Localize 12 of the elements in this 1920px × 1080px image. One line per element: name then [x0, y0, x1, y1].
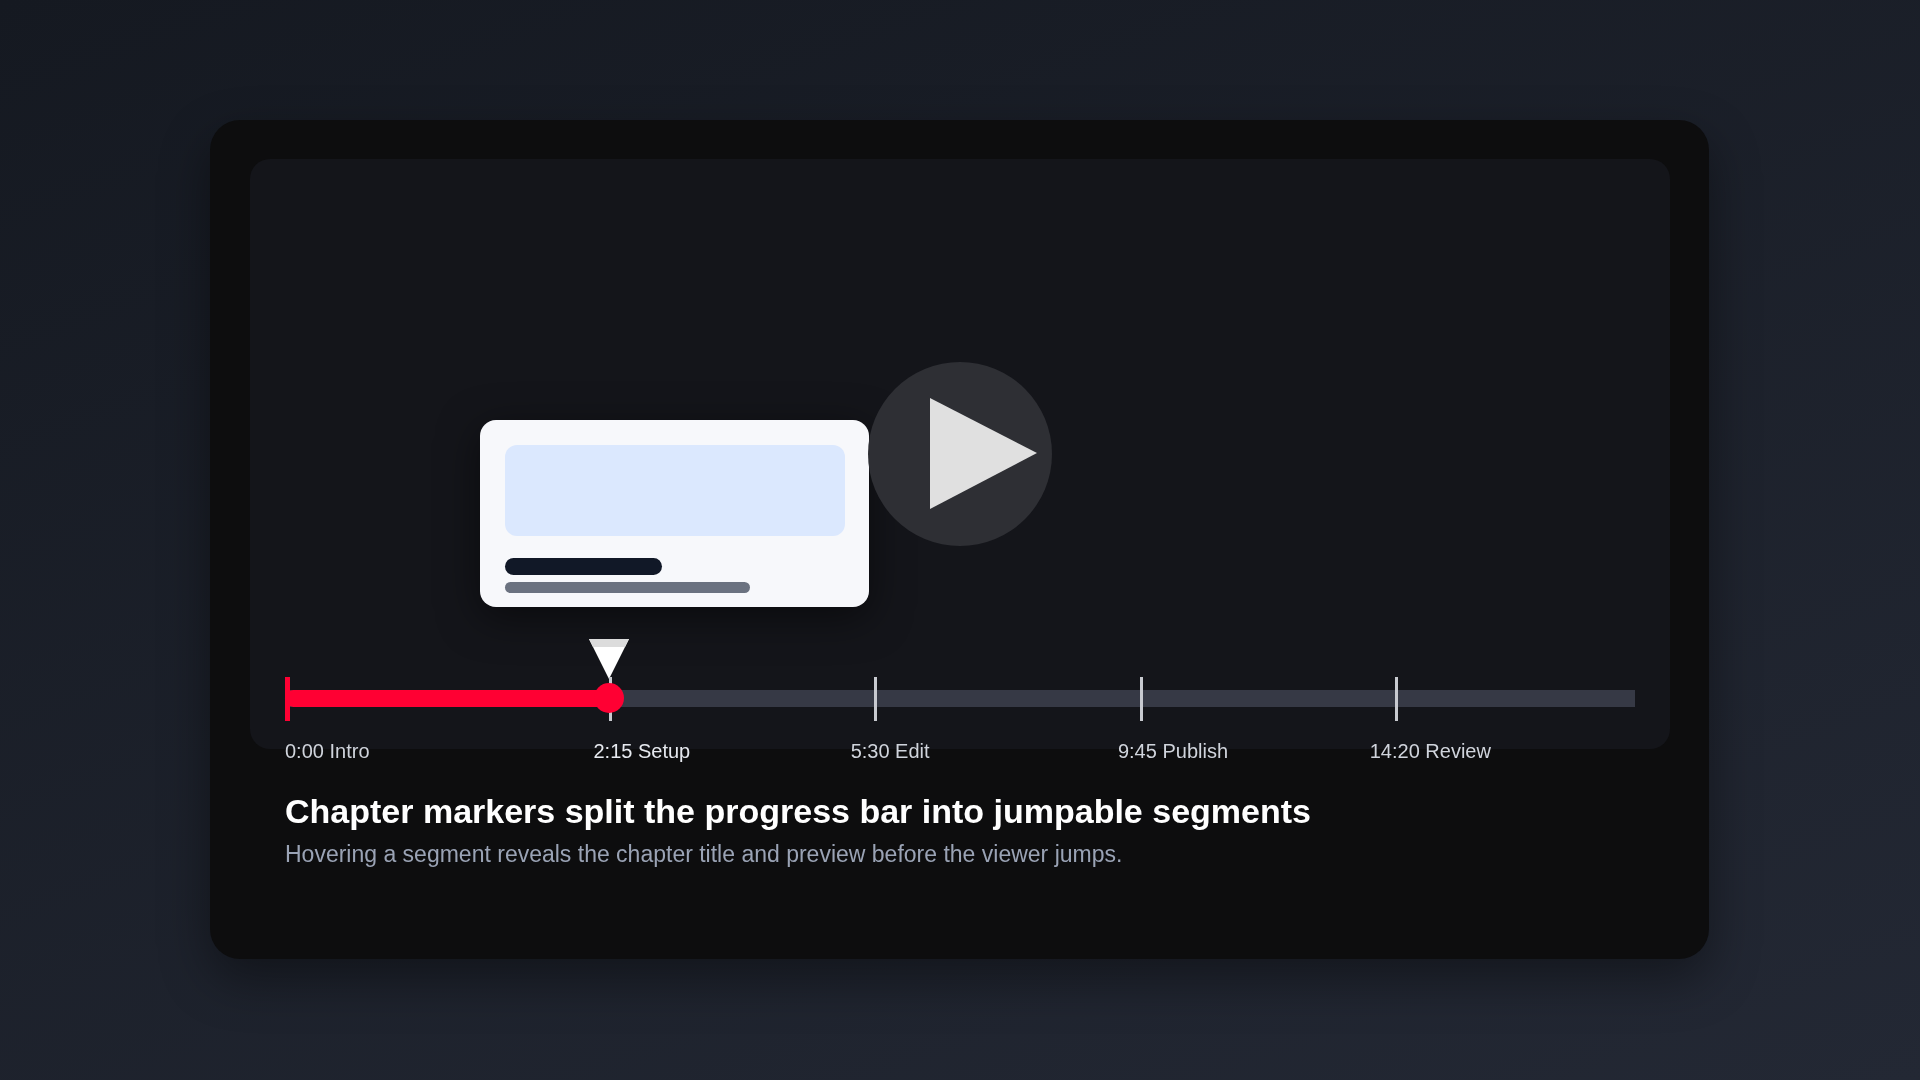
- chapter-marker[interactable]: [1394, 677, 1398, 721]
- chapter-label: 0:00 Intro: [285, 739, 370, 764]
- play-icon: [930, 398, 1037, 509]
- chapter-label: 2:15 Setup: [593, 739, 691, 764]
- chapter-marker[interactable]: [1139, 677, 1143, 721]
- chapter-marker[interactable]: [285, 677, 290, 721]
- chapter-marker[interactable]: [873, 677, 877, 721]
- chapter-label: 5:30 Edit: [850, 739, 930, 764]
- caption-description: Hovering a segment reveals the chapter title and preview before the viewer jumps.: [285, 840, 1123, 869]
- chapter-label: 14:20 Review: [1369, 739, 1491, 764]
- caption-heading: Chapter markers split the progress bar into jumpable segments: [285, 791, 1311, 832]
- chapter-label: 9:45 Publish: [1117, 739, 1228, 764]
